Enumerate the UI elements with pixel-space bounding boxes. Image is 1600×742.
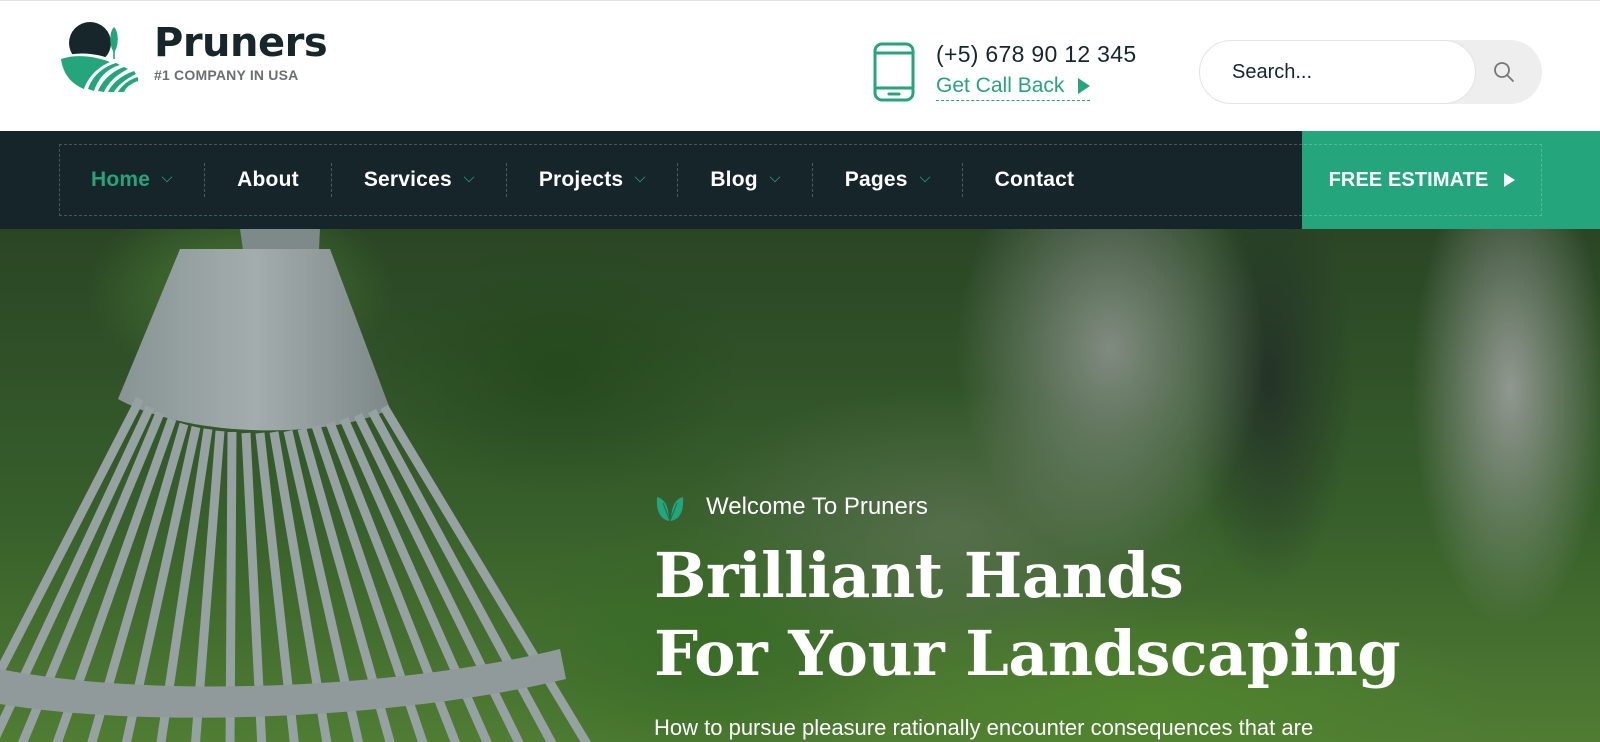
nav-item-label: About	[237, 168, 299, 191]
nav-item-label: Contact	[994, 168, 1075, 191]
leaf-icon	[656, 497, 684, 522]
nav-item-services[interactable]: Services	[332, 144, 506, 216]
free-estimate-button[interactable]: FREE ESTIMATE	[1302, 144, 1542, 216]
nav-item-blog[interactable]: Blog	[678, 144, 811, 216]
site-header: Pruners #1 COMPANY IN USA (+5) 678 90 12…	[0, 1, 1600, 131]
chevron-down-icon	[919, 171, 930, 183]
get-call-back-label: Get Call Back	[936, 73, 1065, 97]
chevron-down-icon	[635, 171, 646, 183]
hero-title-line-1: Brilliant Hands	[654, 539, 1184, 612]
main-nav: Home About Services Projects Blog Pages	[0, 131, 1600, 229]
nav-item-label: Blog	[710, 168, 758, 191]
nav-item-label: Home	[91, 168, 151, 191]
nav-item-label: Pages	[844, 168, 908, 191]
hero-title-line-2: For Your Landscaping	[654, 617, 1401, 690]
chevron-down-icon	[161, 171, 173, 183]
search-input[interactable]	[1199, 40, 1476, 104]
nav-item-home[interactable]: Home	[59, 144, 204, 216]
nav-item-pages[interactable]: Pages	[813, 144, 962, 216]
play-arrow-icon	[1504, 173, 1516, 187]
logo-name: Pruners	[154, 20, 328, 66]
nav-item-about[interactable]: About	[205, 144, 331, 216]
search-icon	[1494, 62, 1514, 82]
play-arrow-icon	[1078, 77, 1091, 94]
get-call-back-link[interactable]: Get Call Back	[936, 73, 1091, 101]
hero-content: Welcome To Pruners Brilliant Hands For Y…	[654, 491, 1401, 741]
logo[interactable]: Pruners #1 COMPANY IN USA	[58, 19, 328, 93]
logo-mark-icon	[60, 22, 138, 92]
nav-menu: Home About Services Projects Blog Pages	[59, 144, 1106, 216]
search-form	[1199, 40, 1542, 104]
nav-item-contact[interactable]: Contact	[963, 144, 1107, 216]
phone-icon	[873, 42, 915, 102]
nav-item-label: Projects	[538, 168, 624, 191]
contact-block: (+5) 678 90 12 345 Get Call Back	[872, 41, 1136, 103]
hero-title: Brilliant Hands For Your Landscaping	[654, 537, 1401, 693]
free-estimate-label: FREE ESTIMATE	[1328, 168, 1489, 191]
chevron-down-icon	[769, 171, 781, 183]
phone-number: (+5) 678 90 12 345	[936, 40, 1137, 67]
hero-section: Welcome To Pruners Brilliant Hands For Y…	[0, 229, 1600, 742]
chevron-down-icon	[463, 171, 475, 183]
hero-description: How to pursue pleasure rationally encoun…	[654, 715, 1314, 740]
logo-tagline: #1 COMPANY IN USA	[154, 67, 299, 83]
hero-eyebrow-text: Welcome To Pruners	[706, 493, 928, 520]
nav-item-label: Services	[363, 168, 452, 191]
nav-item-projects[interactable]: Projects	[507, 144, 677, 216]
hero-eyebrow: Welcome To Pruners	[654, 491, 1400, 523]
